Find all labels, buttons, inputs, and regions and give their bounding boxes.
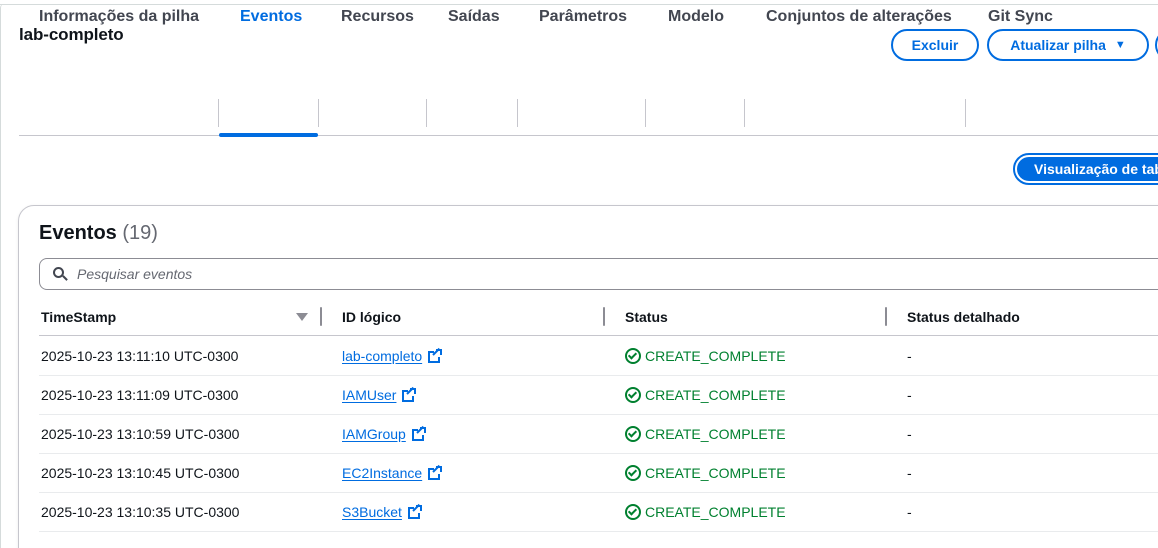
logical-id-text: IAMGroup [342, 426, 406, 442]
tab-outputs[interactable]: Saídas [448, 0, 500, 40]
tab-divider [645, 99, 646, 127]
external-link-icon [428, 347, 443, 363]
status-success-icon [625, 504, 641, 520]
table-row: 2025-10-23 13:11:09 UTC-0300 IAMUser CRE… [39, 376, 1158, 415]
events-search [39, 258, 1158, 290]
tab-divider [426, 99, 427, 127]
tab-stack-info[interactable]: Informações da pilha [39, 0, 199, 40]
status-cell: CREATE_COMPLETE [625, 387, 786, 403]
status-cell: CREATE_COMPLETE [625, 504, 786, 520]
timestamp-cell: 2025-10-23 13:10:59 UTC-0300 [41, 426, 240, 442]
tab-divider [517, 99, 518, 127]
status-detail-cell: - [907, 387, 912, 403]
table-view-label: Visualização de tabela [1017, 157, 1158, 181]
tab-divider [965, 99, 966, 127]
timestamp-cell: 2025-10-23 13:10:45 UTC-0300 [41, 465, 240, 481]
sort-descending-icon[interactable] [296, 313, 308, 321]
logical-id-text: S3Bucket [342, 504, 402, 520]
external-link-icon [411, 425, 426, 441]
logical-id-link[interactable]: S3Bucket [342, 503, 422, 520]
status-text: CREATE_COMPLETE [645, 348, 786, 364]
logical-id-link[interactable]: lab-completo [342, 347, 443, 364]
external-link-icon [402, 386, 417, 402]
status-text: CREATE_COMPLETE [645, 504, 786, 520]
column-resizer[interactable] [885, 307, 887, 326]
column-header-logical-id[interactable]: ID lógico [342, 309, 401, 325]
status-detail-cell: - [907, 348, 912, 364]
status-cell: CREATE_COMPLETE [625, 426, 786, 442]
status-success-icon [625, 465, 641, 481]
external-link-icon [407, 503, 422, 519]
column-header-timestamp[interactable]: TimeStamp [41, 309, 116, 325]
status-detail-cell: - [907, 426, 912, 442]
active-tab-indicator [219, 133, 318, 137]
table-header-divider [39, 335, 1158, 336]
timestamp-cell: 2025-10-23 13:10:35 UTC-0300 [41, 504, 240, 520]
status-text: CREATE_COMPLETE [645, 426, 786, 442]
table-row: 2025-10-23 13:10:35 UTC-0300 S3Bucket CR… [39, 493, 1158, 532]
caret-down-icon: ▼ [1114, 39, 1126, 51]
tab-git-sync[interactable]: Git Sync [988, 0, 1053, 40]
timestamp-cell: 2025-10-23 13:11:09 UTC-0300 [41, 387, 239, 403]
table-row: 2025-10-23 13:10:45 UTC-0300 EC2Instance… [39, 454, 1158, 493]
status-success-icon [625, 387, 641, 403]
tab-parameters[interactable]: Parâmetros [539, 0, 627, 40]
status-cell: CREATE_COMPLETE [625, 465, 786, 481]
table-row: 2025-10-23 13:10:59 UTC-0300 IAMGroup CR… [39, 415, 1158, 454]
events-heading: Eventos (19) [39, 222, 158, 245]
logical-id-text: IAMUser [342, 387, 397, 403]
search-input[interactable] [77, 266, 977, 282]
status-detail-cell: - [907, 465, 912, 481]
column-header-status[interactable]: Status [625, 309, 668, 325]
status-text: CREATE_COMPLETE [645, 465, 786, 481]
timestamp-cell: 2025-10-23 13:11:10 UTC-0300 [41, 348, 239, 364]
external-link-icon [428, 464, 443, 480]
tab-template[interactable]: Modelo [668, 0, 724, 40]
logical-id-link[interactable]: EC2Instance [342, 464, 443, 481]
column-resizer[interactable] [320, 307, 322, 326]
status-detail-cell: - [907, 504, 912, 520]
stack-tabs [19, 96, 1158, 136]
status-success-icon [625, 348, 641, 364]
tab-events[interactable]: Eventos [240, 0, 302, 40]
tab-divider [218, 99, 219, 127]
logical-id-link[interactable]: IAMGroup [342, 425, 426, 442]
tab-divider [744, 99, 745, 127]
status-success-icon [625, 426, 641, 442]
logical-id-text: EC2Instance [342, 465, 423, 481]
container-left-border [0, 4, 4, 548]
table-row: 2025-10-23 13:11:10 UTC-0300 lab-complet… [39, 337, 1158, 376]
column-resizer[interactable] [603, 307, 605, 326]
tab-change-sets[interactable]: Conjuntos de alterações [766, 0, 952, 40]
status-cell: CREATE_COMPLETE [625, 348, 786, 364]
tab-divider [318, 99, 319, 127]
status-text: CREATE_COMPLETE [645, 387, 786, 403]
logical-id-link[interactable]: IAMUser [342, 386, 417, 403]
column-header-status-detail[interactable]: Status detalhado [907, 309, 1020, 325]
events-count: (19) [122, 222, 158, 244]
table-view-toggle[interactable]: Visualização de tabela [1013, 153, 1158, 185]
logical-id-text: lab-completo [342, 348, 423, 364]
events-title: Eventos [39, 222, 117, 244]
search-icon [53, 267, 68, 281]
tab-resources[interactable]: Recursos [341, 0, 414, 40]
